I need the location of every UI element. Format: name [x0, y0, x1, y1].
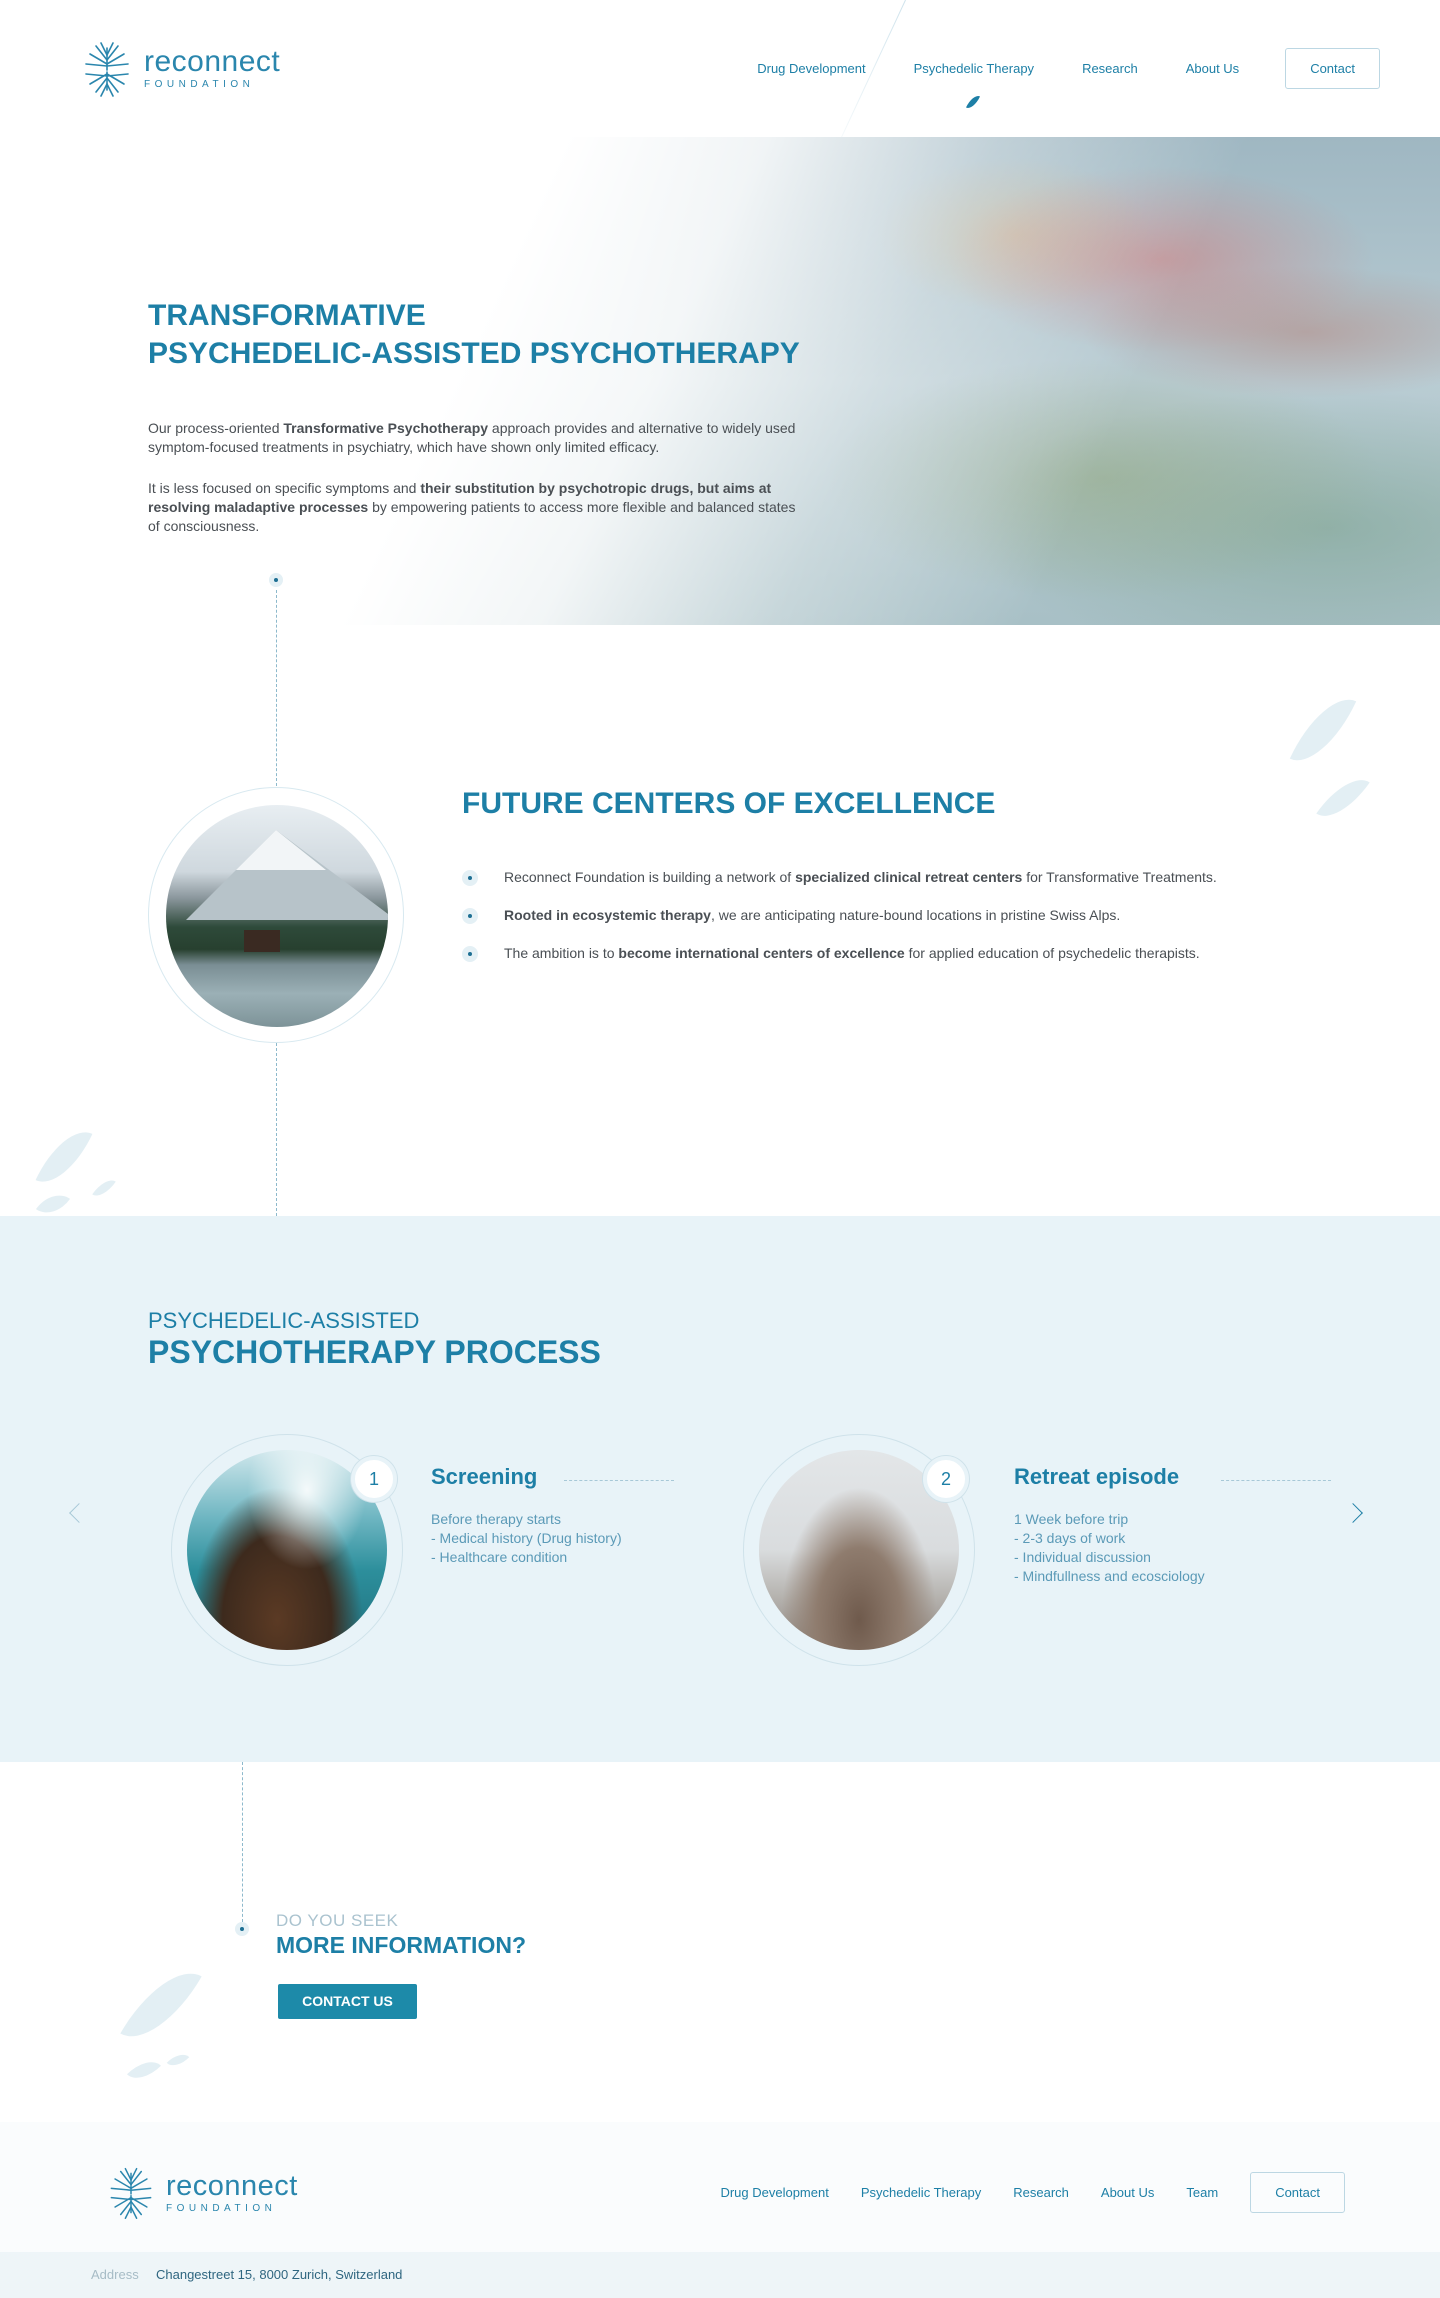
site-footer: reconnect FOUNDATION Drug Development Ps… [0, 2122, 1440, 2252]
hero-title: TRANSFORMATIVE PSYCHEDELIC-ASSISTED PSYC… [148, 299, 800, 370]
leaf-icon [120, 1955, 202, 2055]
process-subtitle: PSYCHEDELIC-ASSISTED [148, 1308, 420, 1333]
contact-us-button[interactable]: CONTACT US [278, 1984, 417, 2019]
list-item: Reconnect Foundation is building a netwo… [462, 868, 1222, 887]
footer-nav-drug-development[interactable]: Drug Development [720, 2185, 828, 2200]
step-number-badge: 2 [923, 1456, 969, 1502]
bullet-icon [462, 946, 478, 962]
brand-subtitle: FOUNDATION [144, 79, 255, 90]
carousel-prev-icon[interactable] [69, 1503, 89, 1523]
footer-nav-team[interactable]: Team [1186, 2185, 1218, 2200]
step-details: Before therapy starts - Medical history … [431, 1511, 622, 1565]
address-value: Changestreet 15, 8000 Zurich, Switzerlan… [156, 2267, 403, 2282]
hero-paragraph-2: It is less focused on specific symptoms … [148, 480, 796, 534]
leaf-icon [1289, 686, 1357, 774]
brand-subtitle: FOUNDATION [166, 2203, 277, 2214]
nav-research[interactable]: Research [1082, 61, 1138, 76]
bullet-icon [462, 908, 478, 924]
nav-drug-development[interactable]: Drug Development [757, 61, 865, 76]
timeline-line [276, 1043, 277, 1216]
hero-content: TRANSFORMATIVE PSYCHEDELIC-ASSISTED PSYC… [148, 297, 828, 536]
tree-logo-icon [85, 42, 129, 97]
timeline-line [242, 1762, 243, 1922]
leaf-icon [1316, 767, 1370, 829]
main-nav: Drug Development Psychedelic Therapy Res… [757, 48, 1380, 111]
list-item: Rooted in ecosystemic therapy, we are an… [462, 906, 1222, 925]
leaf-icon [92, 1174, 116, 1202]
centers-title: FUTURE CENTERS OF EXCELLENCE [462, 787, 996, 820]
nav-psychedelic-therapy[interactable]: Psychedelic Therapy [913, 61, 1035, 111]
cta-subtitle: DO YOU SEEK [276, 1911, 399, 1930]
brand-logo[interactable]: reconnect FOUNDATION [76, 38, 280, 100]
active-leaf-icon [965, 93, 980, 111]
hero-paragraph-1: Our process-oriented Transformative Psyc… [148, 420, 796, 455]
step-details: 1 Week before trip - 2-3 days of work - … [1014, 1511, 1205, 1584]
nav-about-us[interactable]: About Us [1186, 61, 1239, 76]
brand-name: reconnect [144, 45, 281, 78]
leaf-icon [166, 2048, 190, 2072]
timeline-line [276, 590, 277, 786]
address-label: Address [91, 2267, 139, 2282]
site-header: reconnect FOUNDATION Drug Development Ps… [0, 0, 1440, 173]
footer-brand-logo[interactable]: reconnect FOUNDATION [102, 2164, 298, 2222]
alps-cabin-image [166, 805, 388, 1027]
tree-logo-icon [110, 2167, 152, 2220]
footer-contact-button[interactable]: Contact [1250, 2172, 1345, 2213]
step-number-badge: 1 [351, 1456, 397, 1502]
leaf-icon [35, 1120, 93, 1194]
timeline-dot [235, 1922, 249, 1936]
bullet-icon [462, 870, 478, 886]
hero-section: TRANSFORMATIVE PSYCHEDELIC-ASSISTED PSYC… [0, 137, 1440, 625]
centers-list: Reconnect Foundation is building a netwo… [462, 868, 1222, 982]
cta-title: MORE INFORMATION? [276, 1932, 526, 1958]
step-title: Retreat episode [1014, 1464, 1180, 1489]
carousel-next-icon[interactable] [1343, 1503, 1363, 1523]
contact-button[interactable]: Contact [1285, 48, 1380, 89]
nav-psychedelic-therapy-label: Psychedelic Therapy [913, 61, 1035, 76]
step-title: Screening [431, 1464, 538, 1489]
footer-nav-research[interactable]: Research [1013, 2185, 1069, 2200]
address-bar: Address Changestreet 15, 8000 Zurich, Sw… [0, 2252, 1440, 2298]
process-title: PSYCHOTHERAPY PROCESS [148, 1334, 601, 1370]
list-item: The ambition is to become international … [462, 944, 1222, 963]
footer-nav-about-us[interactable]: About Us [1101, 2185, 1154, 2200]
brand-name: reconnect [166, 2170, 298, 2202]
footer-nav-psychedelic-therapy[interactable]: Psychedelic Therapy [861, 2185, 981, 2200]
leaf-icon [127, 2053, 161, 2087]
timeline-dot [269, 573, 283, 587]
process-section: PSYCHEDELIC-ASSISTED PSYCHOTHERAPY PROCE… [0, 1216, 1440, 1762]
footer-nav: Drug Development Psychedelic Therapy Res… [720, 2172, 1345, 2213]
centers-image-frame [148, 787, 404, 1043]
